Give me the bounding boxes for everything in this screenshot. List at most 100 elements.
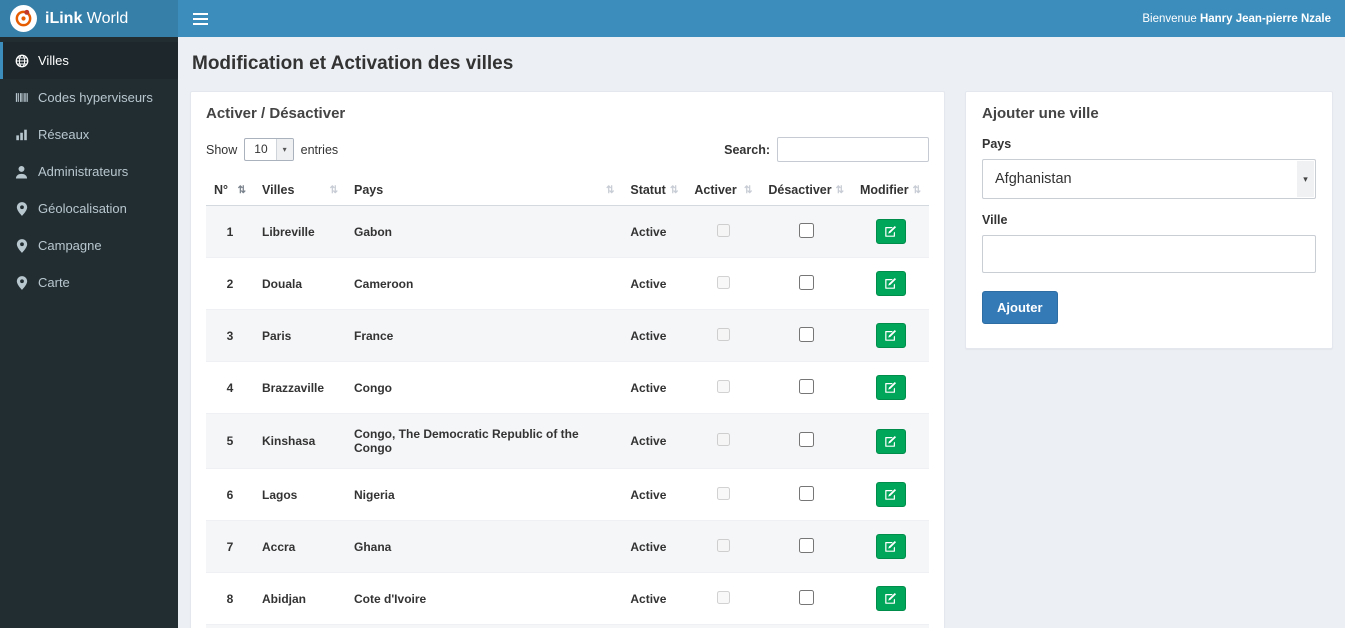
table-row: 6 Lagos Nigeria Active: [206, 468, 929, 521]
ville-input[interactable]: [982, 235, 1316, 273]
activer-checkbox: [716, 379, 730, 393]
barcode-icon: [14, 91, 29, 104]
edit-icon: [885, 329, 897, 341]
sidebar-item-codes-hyperviseurs[interactable]: Codes hyperviseurs: [0, 79, 178, 116]
chevron-down-icon: ▾: [275, 139, 293, 160]
desactiver-checkbox[interactable]: [798, 537, 814, 553]
sidebar-item-villes[interactable]: Villes: [0, 42, 178, 79]
modifier-button[interactable]: [875, 586, 906, 611]
search-control: Search:: [724, 137, 929, 162]
datatable-controls: Show 10 ▾ entries Search:: [206, 137, 929, 162]
welcome-prefix: Bienvenue: [1142, 12, 1197, 25]
bar-chart-icon: [14, 128, 29, 141]
sidebar-item-campagne[interactable]: Campagne: [0, 227, 178, 264]
pays-label: Pays: [982, 137, 1012, 151]
villes-table: N° ⇅ Villes ⇅ Pays ⇅ Statut ⇅ Activer ⇅ Désactiver…: [206, 175, 929, 628]
pays-selected-value: Afghanistan: [995, 171, 1072, 187]
table-row: 8 Abidjan Cote d'Ivoire Active: [206, 572, 929, 625]
column-header-pays[interactable]: Pays ⇅: [346, 175, 623, 206]
column-header-activer[interactable]: Activer ⇅: [686, 175, 761, 206]
search-label: Search:: [724, 142, 770, 157]
edit-icon: [885, 277, 897, 289]
modifier-button[interactable]: [875, 219, 906, 244]
map-marker-icon: [14, 201, 29, 216]
modifier-button[interactable]: [875, 428, 906, 454]
entries-label: entries: [300, 142, 339, 157]
column-header-modifier[interactable]: Modifier ⇅: [852, 175, 929, 206]
sidebar: Villes Codes hyperviseurs Réseaux Administr…: [0, 37, 178, 628]
edit-icon: [885, 488, 897, 500]
map-marker-icon: [14, 238, 29, 253]
edit-icon: [885, 381, 897, 393]
modifier-button[interactable]: [875, 271, 906, 296]
desactiver-checkbox[interactable]: [798, 222, 814, 238]
desactiver-checkbox[interactable]: [798, 326, 814, 342]
page-title: Modification et Activation des villes: [192, 53, 514, 74]
map-marker-icon: [14, 275, 29, 290]
column-header-desactiver[interactable]: Désactiver ⇅: [760, 175, 852, 206]
sidebar-item-geolocalisation[interactable]: Géolocalisation: [0, 190, 178, 227]
activer-checkbox: [716, 275, 730, 289]
welcome-text: Bienvenue Hanry Jean-pierre Nzale: [1142, 13, 1345, 25]
activer-checkbox: [716, 327, 730, 341]
column-header-statut[interactable]: Statut ⇅: [622, 175, 687, 206]
desactiver-checkbox[interactable]: [798, 432, 814, 447]
cell-num: 6: [206, 468, 254, 521]
show-label: Show: [206, 142, 238, 157]
cell-pays: Nigeria: [346, 468, 623, 521]
column-header-num[interactable]: N° ⇅: [206, 175, 254, 206]
sidebar-item-label: Réseaux: [38, 127, 90, 142]
sort-icon: ⇅: [743, 184, 753, 196]
modifier-button[interactable]: [875, 375, 906, 400]
sidebar-item-administrateurs[interactable]: Administrateurs: [0, 153, 178, 190]
top-navbar: iLink World Bienvenue Hanry Jean-pierre …: [0, 0, 1345, 37]
cell-num: 7: [206, 520, 254, 573]
logo-icon: [15, 9, 32, 27]
search-input[interactable]: [777, 137, 929, 162]
desactiver-checkbox[interactable]: [798, 485, 814, 501]
brand[interactable]: iLink World: [0, 0, 178, 37]
cell-statut: Active: [622, 361, 687, 414]
table-row: 3 Paris France Active: [206, 309, 929, 362]
pays-select[interactable]: Afghanistan ▾: [982, 159, 1316, 199]
brand-title-bold: iLink: [45, 9, 83, 27]
ajouter-button[interactable]: Ajouter: [982, 291, 1058, 324]
desactiver-checkbox[interactable]: [798, 589, 814, 605]
table-row: 2 Douala Cameroon Active: [206, 257, 929, 310]
cell-ville: Dakar: [254, 624, 346, 628]
cell-num: 3: [206, 309, 254, 362]
app-logo: [10, 5, 37, 32]
modifier-button[interactable]: [875, 323, 906, 348]
table-row: 9 Dakar Senegal Active: [206, 624, 929, 628]
cell-pays: Senegal: [346, 624, 623, 628]
activer-checkbox: [716, 538, 730, 552]
modifier-button[interactable]: [875, 482, 906, 507]
cell-statut: Active: [622, 413, 687, 469]
cell-statut: Active: [622, 624, 687, 628]
sidebar-item-label: Administrateurs: [38, 164, 129, 179]
page-length-select[interactable]: 10 ▾: [244, 138, 294, 161]
activer-checkbox: [716, 590, 730, 604]
desactiver-checkbox[interactable]: [798, 274, 814, 290]
cell-num: 5: [206, 413, 254, 469]
sort-icon: ⇅: [329, 184, 338, 196]
add-ville-panel: Ajouter une ville Pays Afghanistan ▾ Vil…: [965, 91, 1333, 349]
sidebar-item-carte[interactable]: Carte: [0, 264, 178, 301]
sort-icon: ⇅: [835, 184, 844, 196]
cell-statut: Active: [622, 520, 687, 573]
cell-ville: Kinshasa: [254, 413, 346, 469]
modifier-button[interactable]: [875, 534, 906, 559]
table-row: 5 Kinshasa Congo, The Democratic Republi…: [206, 413, 929, 469]
column-header-villes[interactable]: Villes ⇅: [254, 175, 346, 206]
topbar-main: Bienvenue Hanry Jean-pierre Nzale: [178, 0, 1345, 37]
cell-statut: Active: [622, 205, 687, 258]
sidebar-item-label: Villes: [38, 53, 69, 68]
sidebar-toggle-icon[interactable]: [178, 0, 222, 37]
welcome-user-name: Hanry Jean-pierre Nzale: [1199, 12, 1331, 25]
sidebar-item-reseaux[interactable]: Réseaux: [0, 116, 178, 153]
brand-title: iLink World: [45, 10, 128, 28]
brand-title-light: World: [86, 9, 129, 27]
sidebar-menu: Villes Codes hyperviseurs Réseaux Administr…: [0, 37, 178, 301]
cell-pays: Congo: [346, 361, 623, 414]
desactiver-checkbox[interactable]: [798, 378, 814, 394]
